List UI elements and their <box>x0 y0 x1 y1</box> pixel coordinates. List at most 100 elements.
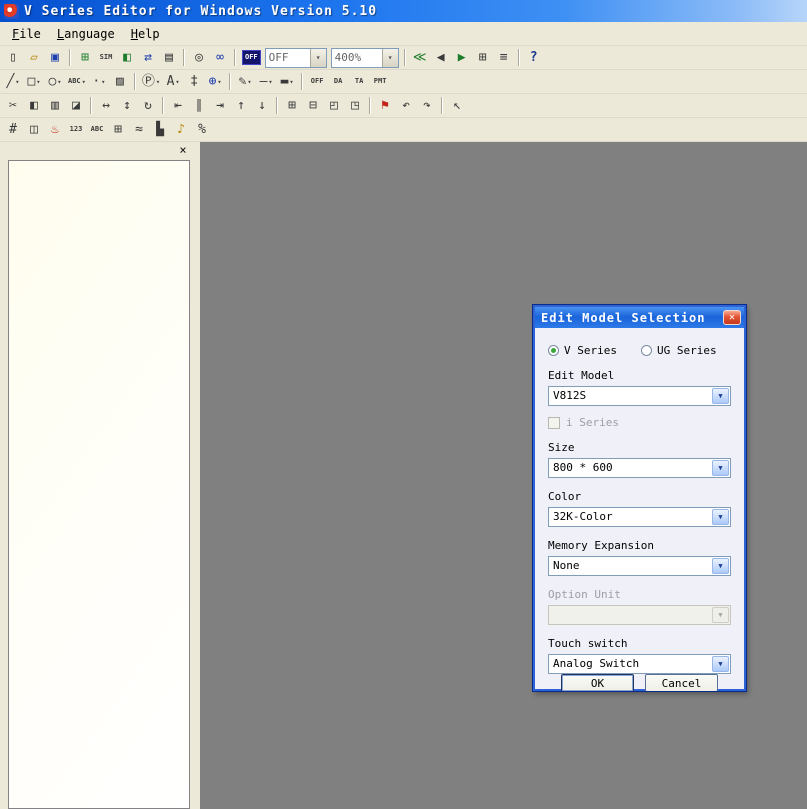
screen-copy-icon[interactable]: ◧ <box>117 48 137 68</box>
align-center-icon[interactable]: ∥ <box>189 96 209 116</box>
icon-glyph: ▣ <box>51 51 59 64</box>
new-screen-icon[interactable]: ▯ <box>3 48 23 68</box>
grid-setting-icon[interactable]: # <box>3 120 23 140</box>
size-dropdown-button[interactable]: ▼ <box>712 460 729 476</box>
next-screen-icon[interactable]: ▶ <box>452 48 472 68</box>
char-display-icon[interactable]: ABC <box>87 120 107 140</box>
item-view-icon[interactable]: ⊞ <box>75 48 95 68</box>
memory-expansion-dropdown-button[interactable]: ▼ <box>712 558 729 574</box>
rect-tool-icon[interactable]: □▾ <box>24 72 44 92</box>
ta-parts-icon[interactable]: TA <box>349 72 369 92</box>
bar-graph-icon[interactable]: ▙ <box>150 120 170 140</box>
ok-button[interactable]: OK <box>561 674 634 692</box>
cancel-button[interactable]: Cancel <box>645 674 718 692</box>
undo-icon[interactable]: ↶ <box>396 96 416 116</box>
align-left-icon[interactable]: ⇤ <box>168 96 188 116</box>
icon-glyph: ⇤ <box>174 99 182 112</box>
icon-glyph: ≈ <box>135 123 143 136</box>
preview-icon[interactable]: ∞ <box>210 48 230 68</box>
touch-switch-combo[interactable]: Analog Switch ▼ <box>548 654 731 674</box>
color-combo[interactable]: 32K-Color ▼ <box>548 507 731 527</box>
color-dropdown-button[interactable]: ▼ <box>712 509 729 525</box>
transfer-icon[interactable]: ⇄ <box>138 48 158 68</box>
icon-glyph: ◎ <box>195 51 203 64</box>
screen-list-icon[interactable]: ≡ <box>494 48 514 68</box>
screen-table-icon[interactable]: ⊞ <box>473 48 493 68</box>
numeric-display-icon[interactable]: 123 <box>66 120 86 140</box>
touch-switch-dropdown-button[interactable]: ▼ <box>712 656 729 672</box>
line-tool-icon[interactable]: ╱▾ <box>3 72 23 92</box>
bring-front-icon[interactable]: ◰ <box>324 96 344 116</box>
off-display-icon[interactable]: OFF <box>240 48 263 68</box>
select-pointer-icon[interactable]: ↖ <box>447 96 467 116</box>
overlap-icon[interactable]: ◫ <box>24 120 44 140</box>
panel-close-button[interactable]: × <box>176 144 190 158</box>
parts-place-icon[interactable]: Ⓟ▾ <box>140 72 162 92</box>
edit-model-dropdown-button[interactable]: ▼ <box>712 388 729 404</box>
toolbar-edit: ✂◧▥◪ ↔↕↻ ⇤ ∥⇥↑↓ ⊞⊟◰◳ ⚑↶↷ ↖ <box>0 94 807 118</box>
help-icon[interactable]: ? <box>524 48 544 68</box>
menu-help[interactable]: Help <box>123 24 168 44</box>
buzzer-icon[interactable]: ♪ <box>171 120 191 140</box>
lamp-parts-icon[interactable]: ♨ <box>45 120 65 140</box>
open-file-icon[interactable]: ▱ <box>24 48 44 68</box>
jump-screen-icon[interactable]: ≪ <box>410 48 430 68</box>
v-series-radio[interactable]: V Series <box>548 344 617 357</box>
percent-display-icon[interactable]: % <box>192 120 212 140</box>
off-state-dropdown-button[interactable]: ▾ <box>310 49 326 67</box>
dot-tool-icon[interactable]: ·▾ <box>89 72 109 92</box>
pen-style-icon[interactable]: ✎▾ <box>235 72 255 92</box>
icon-glyph: ⊞ <box>81 51 89 64</box>
flip-horizontal-icon[interactable]: ↔ <box>96 96 116 116</box>
ungroup-icon[interactable]: ⊟ <box>303 96 323 116</box>
align-bottom-icon[interactable]: ↓ <box>252 96 272 116</box>
ug-series-radio[interactable]: UG Series <box>641 344 717 357</box>
align-right-icon[interactable]: ⇥ <box>210 96 230 116</box>
off-parts-icon[interactable]: OFF <box>307 72 327 92</box>
chevron-down-icon: ▾ <box>57 78 61 86</box>
workspace: Edit Model Selection ✕ V Series UG Serie… <box>200 142 807 809</box>
text-tool-icon[interactable]: ABC▾ <box>66 72 88 92</box>
edit-model-field: Edit Model V812S ▼ <box>548 369 731 406</box>
zoom-dropdown-button[interactable]: ▾ <box>382 49 398 67</box>
circle-tool-icon[interactable]: ○▾ <box>45 72 65 92</box>
send-back-icon[interactable]: ◳ <box>345 96 365 116</box>
menu-language[interactable]: Language <box>49 24 123 44</box>
title-bar[interactable]: V Series Editor for Windows Version 5.10 <box>0 0 807 22</box>
save-file-icon[interactable]: ▣ <box>45 48 65 68</box>
multi-language-icon[interactable]: ⊕▾ <box>205 72 225 92</box>
align-top-icon[interactable]: ↑ <box>231 96 251 116</box>
off-state-combo[interactable]: OFF ▾ <box>265 48 327 68</box>
data-block-icon[interactable]: ⊞ <box>108 120 128 140</box>
memory-expansion-combo[interactable]: None ▼ <box>548 556 731 576</box>
line-style-icon[interactable]: —▾ <box>256 72 276 92</box>
size-combo[interactable]: 800 * 600 ▼ <box>548 458 731 478</box>
edit-model-combo[interactable]: V812S ▼ <box>548 386 731 406</box>
fill-style-icon[interactable]: ▬▾ <box>277 72 297 92</box>
trend-graph-icon[interactable]: ≈ <box>129 120 149 140</box>
duplicate-icon[interactable]: ◪ <box>66 96 86 116</box>
cut-icon[interactable]: ✂ <box>3 96 23 116</box>
rotate-icon[interactable]: ↻ <box>138 96 158 116</box>
icon-glyph: ▶ <box>458 51 466 64</box>
paste-icon[interactable]: ▥ <box>45 96 65 116</box>
copy-icon[interactable]: ◧ <box>24 96 44 116</box>
paint-tool-icon[interactable]: ▨ <box>110 72 130 92</box>
redo-icon[interactable]: ↷ <box>417 96 437 116</box>
flag-icon[interactable]: ⚑ <box>375 96 395 116</box>
simulator-icon[interactable]: SIM <box>96 48 116 68</box>
group-icon[interactable]: ⊞ <box>282 96 302 116</box>
char-parts-icon[interactable]: A▾ <box>163 72 183 92</box>
zoom-icon[interactable]: ◎ <box>189 48 209 68</box>
flip-vertical-icon[interactable]: ↕ <box>117 96 137 116</box>
print-icon[interactable]: ▤ <box>159 48 179 68</box>
dialog-close-button[interactable]: ✕ <box>723 310 741 325</box>
pole-parts-icon[interactable]: ‡ <box>184 72 204 92</box>
da-parts-icon[interactable]: DA <box>328 72 348 92</box>
menu-file[interactable]: File <box>4 24 49 44</box>
pmt-parts-icon[interactable]: PMT <box>370 72 390 92</box>
dialog-title-bar[interactable]: Edit Model Selection ✕ <box>535 307 744 328</box>
prev-screen-icon[interactable]: ◀ <box>431 48 451 68</box>
zoom-combo[interactable]: 400% ▾ <box>331 48 399 68</box>
chevron-down-icon: ▾ <box>36 78 40 86</box>
